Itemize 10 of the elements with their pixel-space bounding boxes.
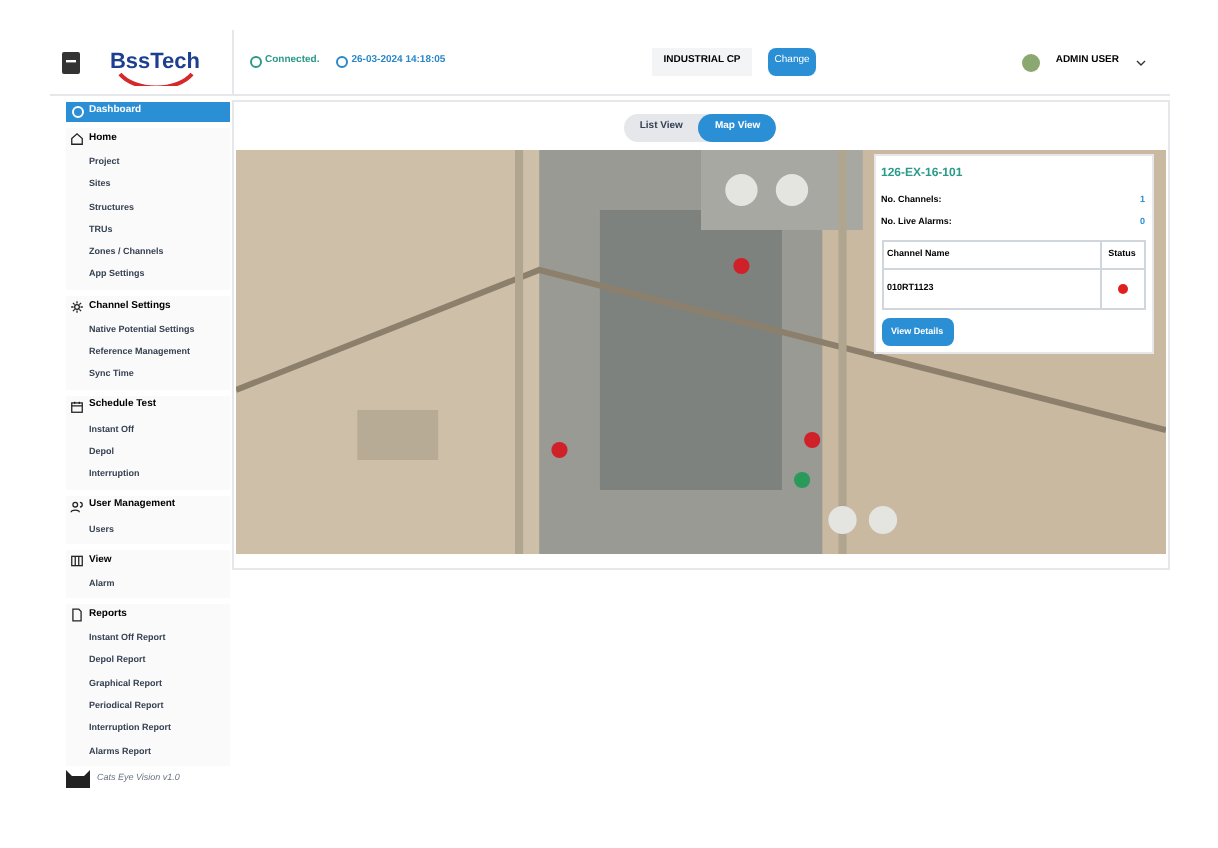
chevron-down-icon[interactable]: [1135, 59, 1145, 65]
gear-icon: [69, 299, 83, 314]
calendar-icon: [69, 399, 83, 414]
columns-icon: [69, 553, 83, 568]
users-icon: [69, 499, 83, 514]
home-icon: [69, 132, 83, 146]
menu-icon[interactable]: [61, 51, 79, 73]
avatar: [1021, 53, 1040, 71]
document-icon: [69, 608, 83, 623]
logo: BssTech: [95, 38, 215, 86]
